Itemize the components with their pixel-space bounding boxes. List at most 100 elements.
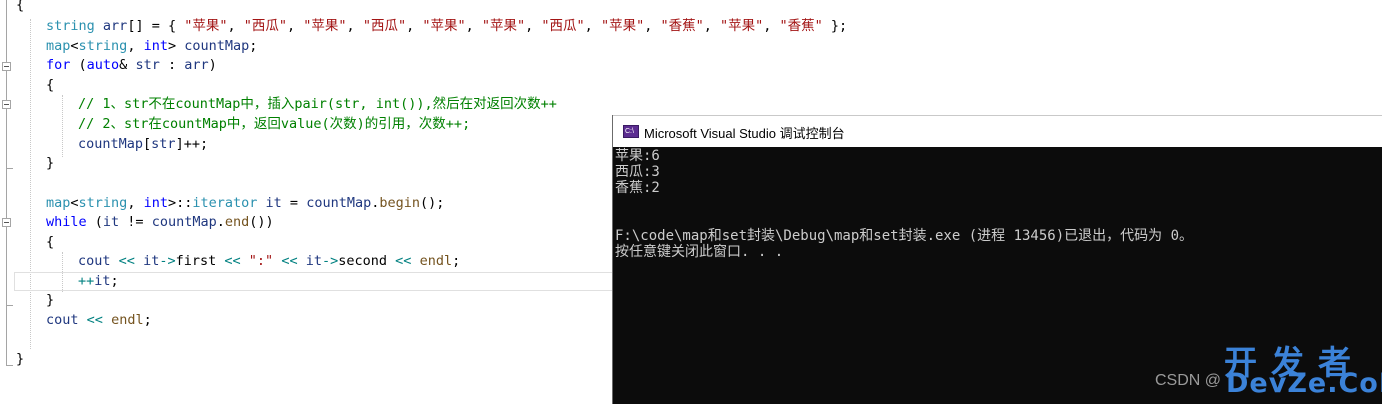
code-token: cout — [78, 253, 111, 269]
code-token: ; — [452, 253, 461, 269]
code-token: while — [46, 214, 87, 230]
code-token: [] = { — [127, 18, 185, 34]
code-token: countMap — [151, 214, 217, 230]
code-token: countMap — [306, 195, 372, 211]
console-output-line: 西瓜:3 — [615, 164, 660, 180]
console-title-bar[interactable]: C:\ Microsoft Visual Studio 调试控制台 — [613, 115, 1382, 147]
code-line: } — [46, 154, 54, 173]
code-token: string — [46, 18, 95, 34]
code-token: , — [703, 18, 720, 34]
code-token: countMap — [184, 38, 250, 54]
console-title: Microsoft Visual Studio 调试控制台 — [644, 126, 845, 141]
code-token: < — [70, 195, 79, 211]
code-token: "香蕉" — [660, 18, 704, 34]
code-token: , — [763, 18, 780, 34]
code-token: // 1、str不在countMap中，插入pair(str, int()),然… — [78, 96, 557, 112]
code-line: { — [16, 0, 24, 15]
code-token: , — [584, 18, 601, 34]
code-token: // 2、str在countMap中，返回value(次数)的引用，次数++; — [78, 116, 471, 132]
code-token: , — [346, 18, 363, 34]
code-token: "西瓜" — [243, 18, 288, 34]
fold-toggle-comment-icon[interactable] — [2, 100, 11, 109]
code-token: (); — [420, 195, 445, 211]
code-line: // 1、str不在countMap中，插入pair(str, int()),然… — [78, 95, 557, 114]
code-line: map<string, int>::iterator it = countMap… — [46, 194, 444, 213]
code-token: cout — [46, 312, 79, 328]
code-token: map — [46, 195, 71, 211]
console-output-line: 苹果:6 — [615, 148, 660, 164]
code-line: countMap[str]++; — [78, 135, 208, 154]
code-token: "西瓜" — [541, 18, 585, 34]
code-token: int — [143, 195, 168, 211]
fold-toggle-while-icon[interactable] — [2, 218, 11, 227]
code-token: { — [46, 77, 55, 93]
code-line: cout << endl; — [46, 311, 152, 330]
code-token: , — [406, 18, 423, 34]
code-token: , — [525, 18, 542, 34]
code-token: , — [644, 18, 661, 34]
code-token: it — [265, 195, 282, 211]
fold-toggle-for-icon[interactable] — [2, 62, 11, 71]
code-token: "苹果" — [481, 18, 526, 34]
code-token: "香蕉" — [779, 18, 823, 34]
devze-logo: 开发者 DevZe.CoM — [1224, 336, 1382, 402]
code-token: , — [127, 38, 144, 54]
code-token: { — [46, 234, 55, 250]
code-token: -> — [321, 253, 339, 269]
code-token: ()) — [249, 214, 274, 230]
code-line: map<string, int> countMap; — [46, 37, 257, 56]
indent-guide — [30, 19, 31, 349]
code-token: it — [305, 253, 322, 269]
code-token: . — [216, 214, 225, 230]
console-app-icon: C:\ — [623, 125, 639, 138]
csdn-watermark: CSDN @ — [1155, 372, 1222, 389]
indent-guide — [62, 95, 63, 157]
code-token: , — [465, 18, 482, 34]
code-line: while (it != countMap.end()) — [46, 213, 274, 232]
code-line: ++it; — [78, 272, 119, 291]
code-token: { — [16, 0, 25, 13]
code-token: , — [287, 18, 304, 34]
code-token: endl — [419, 253, 453, 269]
block-end-marker — [6, 168, 13, 169]
code-token: it — [143, 253, 160, 269]
code-token: ; — [249, 38, 258, 54]
code-token: }; — [822, 18, 848, 34]
code-token: auto — [86, 57, 120, 73]
code-token: ]++; — [175, 136, 209, 152]
code-token: ++ — [78, 273, 95, 289]
block-end-marker — [6, 365, 13, 366]
code-line: } — [46, 291, 54, 310]
outline-gutter — [6, 0, 7, 366]
code-token: << — [224, 253, 241, 269]
code-token: first — [175, 253, 225, 269]
block-end-marker — [6, 305, 13, 306]
code-token: > — [167, 38, 185, 54]
code-token: "西瓜" — [362, 18, 407, 34]
code-token: [ — [143, 136, 152, 152]
code-token: "苹果" — [184, 18, 228, 34]
console-output: 苹果:6 西瓜:3 香蕉:2 F:\code\map和set封装\Debug\map和… — [615, 148, 1375, 260]
code-token: "苹果" — [720, 18, 764, 34]
code-token: , — [227, 18, 244, 34]
code-token: endl — [111, 312, 144, 328]
code-token: << — [281, 253, 298, 269]
code-token: arr — [102, 18, 128, 34]
console-output-line: 香蕉:2 — [615, 180, 660, 196]
console-output-line: F:\code\map和set封装\Debug\map和set封装.exe (进… — [615, 228, 1194, 244]
code-token: , — [127, 195, 144, 211]
code-line: for (auto& str : arr) — [46, 56, 217, 75]
code-token: << — [118, 253, 135, 269]
code-token: "苹果" — [600, 18, 645, 34]
code-token: second — [338, 253, 396, 269]
code-token: begin — [379, 195, 420, 211]
code-token: arr — [184, 57, 209, 73]
